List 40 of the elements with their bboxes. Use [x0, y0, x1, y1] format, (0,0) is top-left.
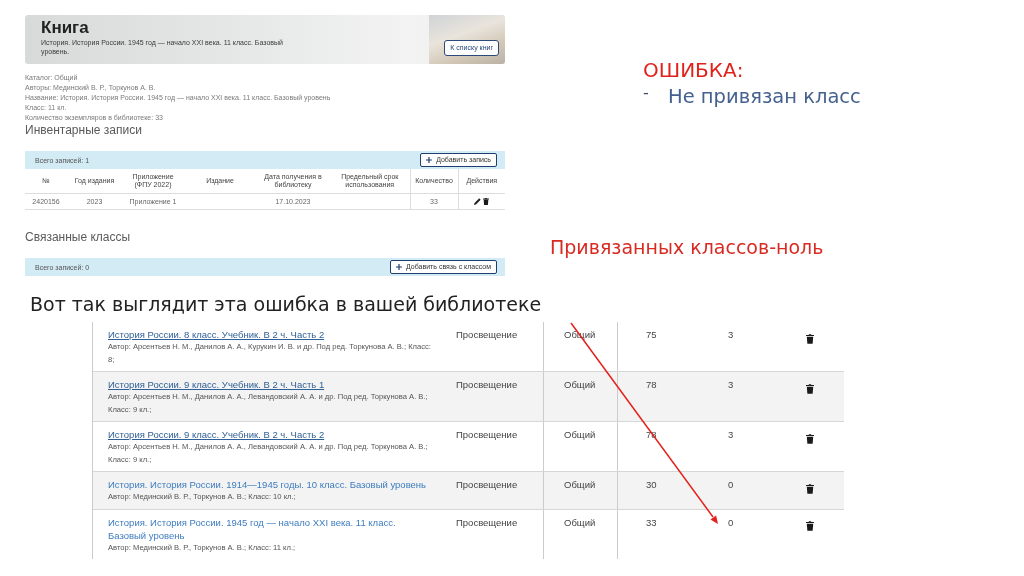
trash-icon[interactable]: [806, 383, 814, 394]
trash-icon[interactable]: [806, 483, 814, 494]
error-heading: ОШИБКА:: [643, 58, 745, 82]
book-title-link[interactable]: История России. 8 класс. Учебник. В 2 ч. Часть 2: [108, 328, 435, 341]
table-cell-text: 3: [727, 378, 735, 392]
table-cell-text: Просвещение: [455, 515, 519, 530]
table-cell-text: 78: [645, 378, 658, 392]
table-cell: Общий: [543, 509, 618, 559]
table-cell-text: 3: [727, 328, 735, 342]
trash-icon[interactable]: [806, 333, 814, 344]
error-item: Не привязан класс: [668, 85, 861, 109]
table-cell: Общий: [543, 422, 618, 471]
pencil-icon[interactable]: [474, 198, 482, 206]
table-cell-text: 33: [645, 515, 658, 530]
table-cell-text: 0: [727, 515, 735, 530]
book-title-link[interactable]: История. История России. 1914—1945 годы. 10 класс. Базовый уровень: [108, 478, 435, 491]
trash-icon[interactable]: [806, 433, 814, 444]
plus-icon: [396, 264, 403, 270]
section-heading: Связанные классы: [25, 230, 132, 244]
table-cell-text: 0: [727, 478, 735, 492]
table-cell: Общий: [543, 472, 618, 509]
book-title-link[interactable]: История России. 9 класс. Учебник. В 2 ч. Часть 1: [108, 378, 435, 391]
note-text: Привязанных классов-ноль: [550, 236, 824, 259]
list-bullet: -: [643, 85, 650, 101]
table-cell-text: Просвещение: [455, 478, 519, 492]
book-title-link[interactable]: История России. 9 класс. Учебник. В 2 ч. Часть 2: [108, 428, 435, 441]
trash-icon[interactable]: [806, 521, 814, 532]
section-heading: Инвентарные записи: [25, 123, 143, 137]
page-title: Книга: [41, 18, 90, 37]
plus-icon: [426, 157, 433, 163]
book-title-link[interactable]: История. История России. 1945 год — начало XXI века. 11 класс. Базовый уровень: [108, 515, 435, 542]
table-cell-text: 3: [727, 428, 735, 442]
table-cell-text: Просвещение: [455, 428, 519, 442]
trash-icon[interactable]: [483, 198, 490, 206]
table-cell: Общий: [543, 372, 618, 421]
table-cell-text: 30: [645, 478, 658, 492]
table-cell-text: Просвещение: [455, 328, 519, 342]
slide-caption: Вот так выглядит эта ошибка в вашей библиотеке: [30, 292, 542, 317]
table-cell-text: 75: [645, 328, 658, 342]
table-cell-text: Просвещение: [455, 378, 519, 392]
